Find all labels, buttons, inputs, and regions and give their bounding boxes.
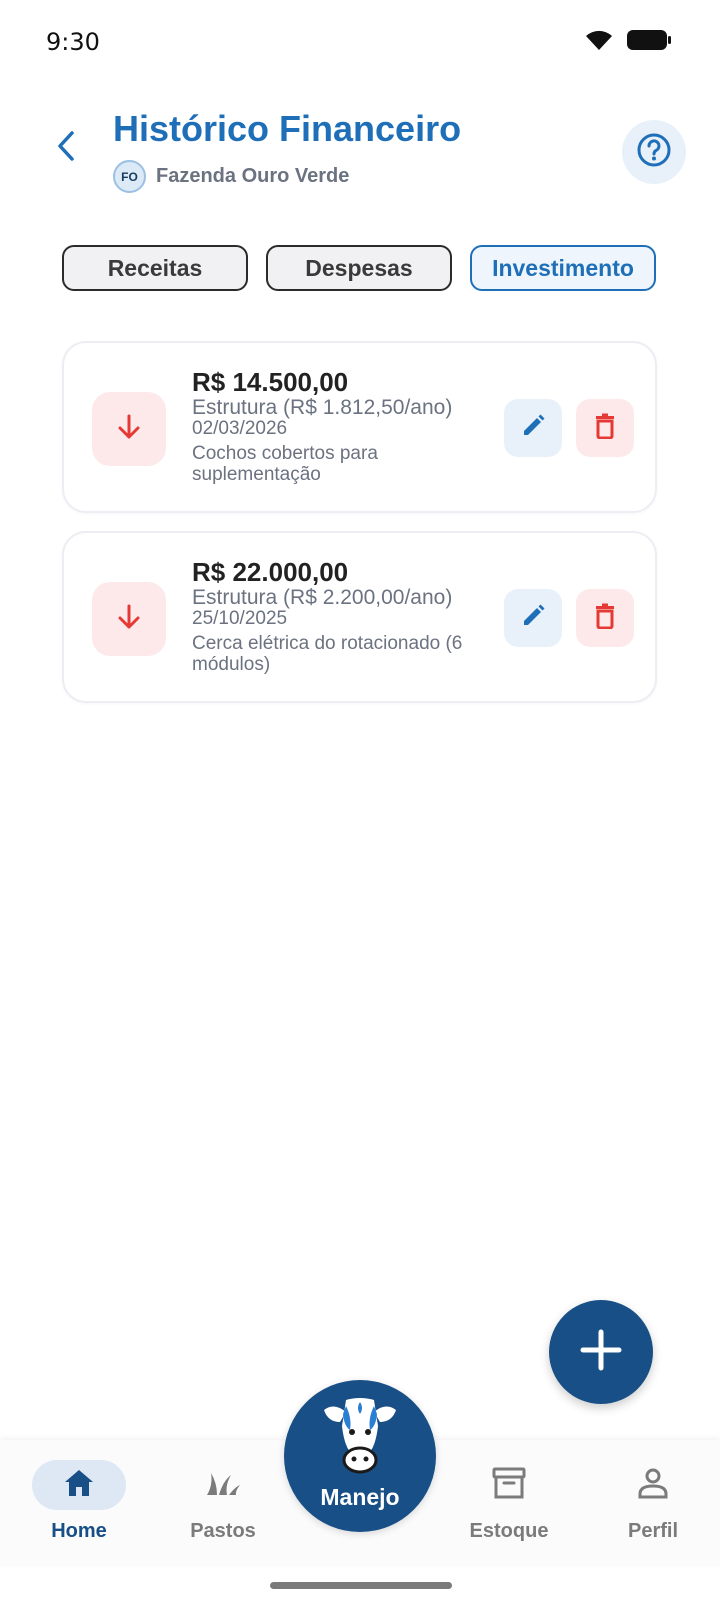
nav-estoque[interactable]: Estoque	[454, 1440, 564, 1566]
status-bar: 9:30	[0, 0, 720, 88]
status-time: 9:30	[46, 28, 100, 56]
add-entry-button[interactable]	[549, 1300, 653, 1404]
entry-category: Estrutura (R$ 2.200,00/ano)	[192, 586, 453, 609]
home-indicator	[270, 1582, 452, 1589]
edit-button[interactable]	[504, 399, 562, 457]
chevron-left-icon	[54, 130, 78, 167]
trash-icon	[593, 603, 617, 634]
entry-amount: R$ 14.500,00	[192, 367, 349, 397]
entry-category: Estrutura (R$ 1.812,50/ano)	[192, 396, 453, 419]
wifi-icon	[584, 28, 614, 57]
edit-button[interactable]	[504, 589, 562, 647]
archive-icon	[492, 1466, 526, 1505]
arrow-down-icon	[114, 602, 144, 637]
nav-label: Perfil	[627, 1520, 679, 1542]
battery-icon	[626, 28, 672, 57]
plus-icon	[579, 1328, 623, 1377]
tab-receitas[interactable]: Receitas	[62, 245, 248, 291]
trash-icon	[593, 413, 617, 444]
arrow-down-icon	[114, 412, 144, 447]
entry-details: R$ 22.000,00 Estrutura (R$ 2.200,00/ano)…	[192, 557, 502, 675]
farm-selector: FO Fazenda Ouro Verde	[113, 160, 349, 193]
delete-button[interactable]	[576, 589, 634, 647]
nav-label: Pastos	[190, 1520, 256, 1542]
entry-description: Cerca elétrica do rotacionado (6 módulos…	[192, 633, 463, 675]
farm-name: Fazenda Ouro Verde	[156, 165, 350, 187]
manejo-label: Manejo	[320, 1484, 400, 1510]
entry-card[interactable]: R$ 22.000,00 Estrutura (R$ 2.200,00/ano)…	[62, 531, 657, 703]
pencil-icon	[520, 603, 546, 634]
entry-date: 25/10/2025	[192, 608, 288, 629]
nav-label: Home	[51, 1520, 107, 1542]
person-icon	[637, 1467, 669, 1504]
grass-icon	[205, 1469, 241, 1502]
entry-details: R$ 14.500,00 Estrutura (R$ 1.812,50/ano)…	[192, 367, 502, 485]
nav-pastos[interactable]: Pastos	[168, 1440, 278, 1566]
tab-investimento[interactable]: Investimento	[470, 245, 656, 291]
entry-direction-badge	[92, 582, 166, 656]
help-icon	[636, 132, 672, 173]
entry-card[interactable]: R$ 14.500,00 Estrutura (R$ 1.812,50/ano)…	[62, 341, 657, 513]
entry-amount: R$ 22.000,00	[192, 557, 349, 587]
help-button[interactable]	[622, 120, 686, 184]
nav-home[interactable]: Home	[24, 1440, 134, 1566]
nav-perfil[interactable]: Perfil	[598, 1440, 708, 1566]
back-button[interactable]	[44, 126, 88, 170]
farm-avatar: FO	[113, 160, 146, 193]
entry-description: Cochos cobertos para suplementação	[192, 443, 378, 485]
delete-button[interactable]	[576, 399, 634, 457]
page-title: Histórico Financeiro	[113, 108, 462, 149]
nav-label: Estoque	[469, 1520, 549, 1542]
cow-icon	[316, 1396, 404, 1485]
type-tabs: Receitas Despesas Investimento	[62, 245, 656, 291]
status-icons	[584, 28, 672, 57]
tab-despesas[interactable]: Despesas	[266, 245, 452, 291]
nav-home-indicator	[32, 1460, 126, 1510]
entry-direction-badge	[92, 392, 166, 466]
home-icon	[63, 1468, 95, 1503]
manejo-button[interactable]: Manejo	[284, 1380, 436, 1532]
pencil-icon	[520, 413, 546, 444]
entry-date: 02/03/2026	[192, 418, 288, 439]
